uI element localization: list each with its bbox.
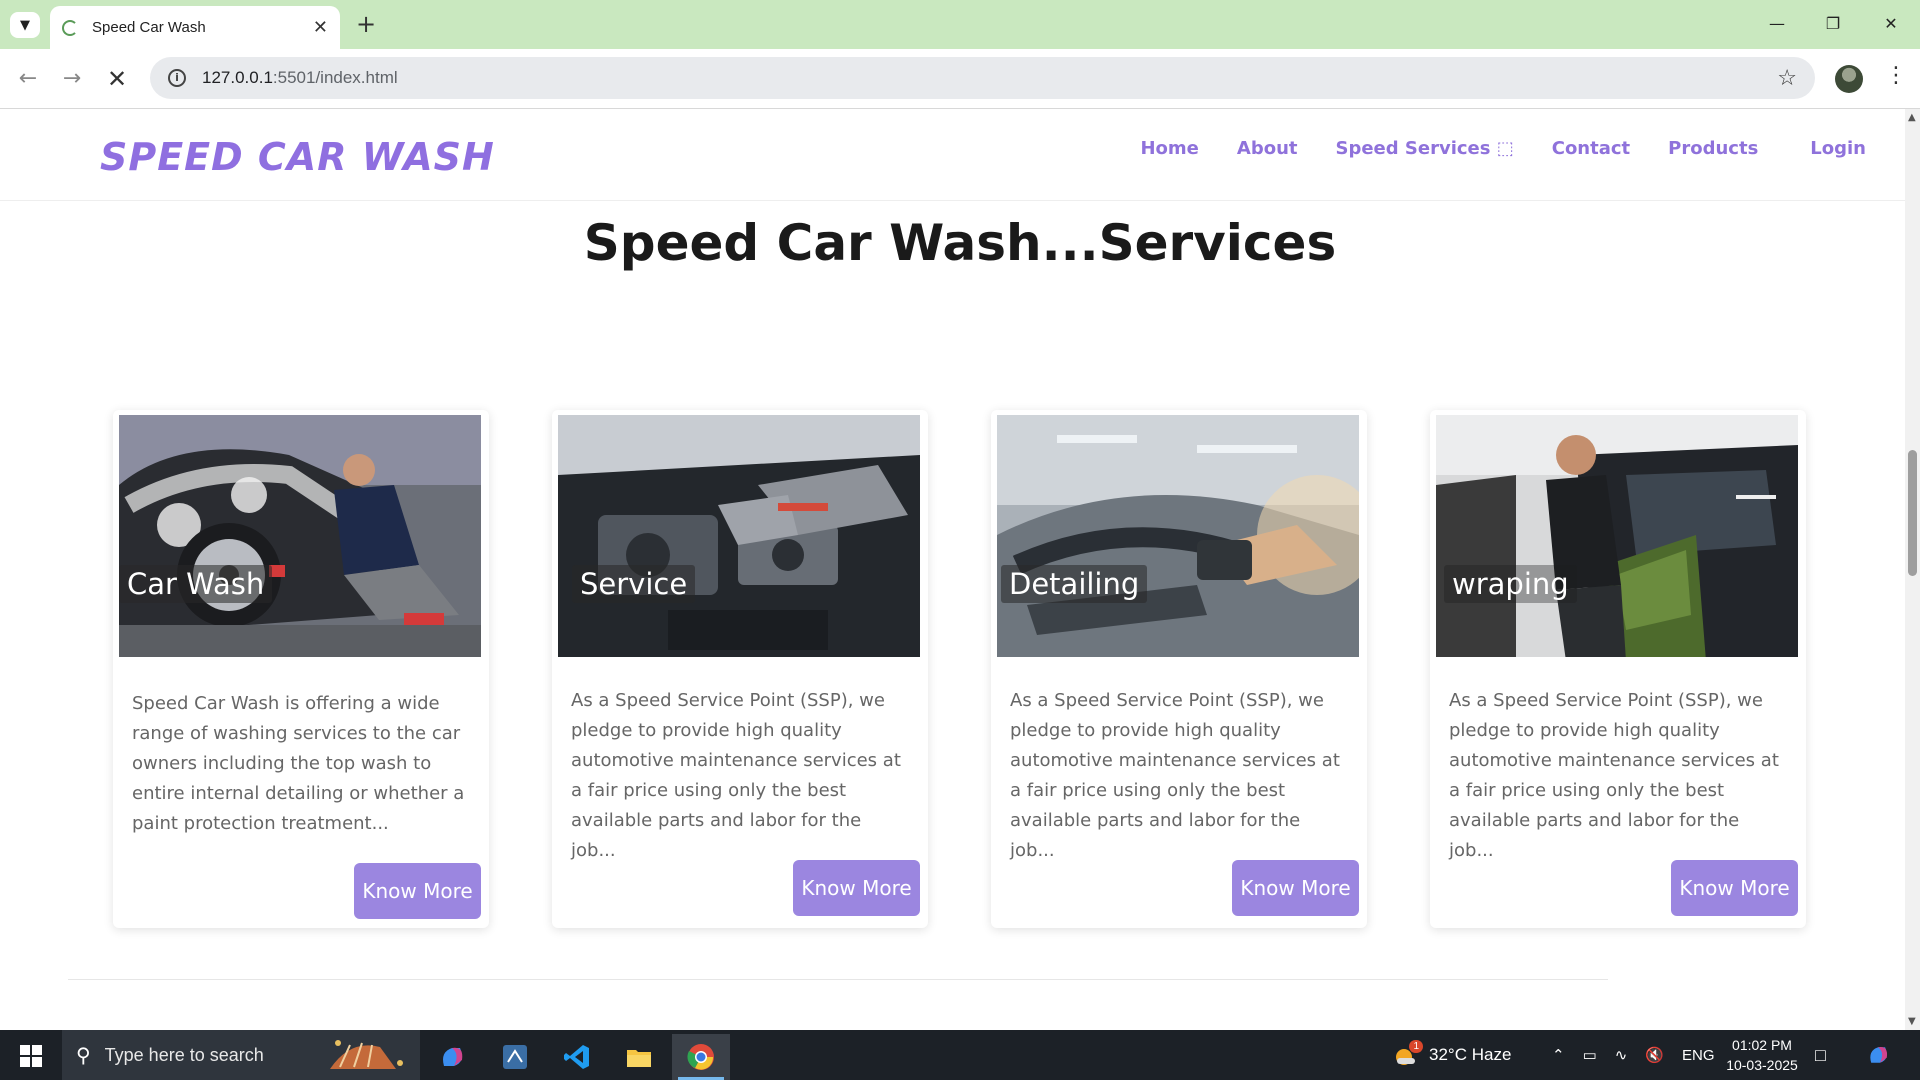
chrome-app-icon[interactable] — [672, 1034, 730, 1080]
card-description: Speed Car Wash is offering a wide range … — [132, 693, 465, 834]
search-highlight-icon — [320, 1033, 406, 1077]
card-caption: Car Wash — [119, 565, 273, 603]
browser-tab[interactable]: Speed Car Wash ✕ — [50, 6, 340, 49]
restore-button[interactable]: ❐ — [1810, 8, 1856, 40]
taskbar-search-placeholder: Type here to search — [104, 1044, 264, 1065]
browser-toolbar: ← → ✕ i 127.0.0.1:5501/index.html ☆ ⋮ — [0, 49, 1920, 109]
main-nav: Home About Speed Services ⬚ Contact Prod… — [1121, 138, 1885, 159]
nav-home[interactable]: Home — [1121, 138, 1217, 159]
tab-title: Speed Car Wash — [92, 19, 206, 36]
know-more-button[interactable]: Know More — [1232, 860, 1359, 916]
web-page: SPEED CAR WASH Home About Speed Services… — [0, 109, 1905, 1030]
detailing-image: Detailing — [997, 415, 1359, 657]
address-bar[interactable]: i 127.0.0.1:5501/index.html ☆ — [150, 57, 1815, 99]
system-tray: ⌃ ▭ ∿ 🔇 ENG — [1552, 1030, 1715, 1080]
card-caption: Detailing — [1001, 565, 1148, 603]
section-title: Speed Car Wash...Services — [583, 214, 1337, 272]
wifi-icon[interactable]: ∿ — [1615, 1046, 1628, 1064]
new-tab-button[interactable]: + — [352, 10, 380, 38]
weather-badge: 1 — [1409, 1040, 1423, 1053]
know-more-button[interactable]: Know More — [793, 860, 920, 916]
nav-products[interactable]: Products — [1649, 138, 1777, 159]
service-card-car-wash: Car Wash Speed Car Wash is offering a wi… — [113, 410, 489, 928]
browser-menu-icon[interactable]: ⋮ — [1885, 63, 1907, 88]
loading-spinner-icon — [62, 19, 78, 36]
sql-tool-icon[interactable] — [486, 1034, 544, 1080]
taskbar-clock[interactable]: 01:02 PM 10-03-2025 — [1712, 1035, 1812, 1075]
chevron-up-icon[interactable]: ⌃ — [1552, 1046, 1565, 1064]
battery-icon[interactable]: ▭ — [1583, 1046, 1597, 1064]
search-icon: ⚲ — [76, 1044, 91, 1067]
language-indicator[interactable]: ENG — [1682, 1047, 1715, 1064]
service-card-wraping: wraping As a Speed Service Point (SSP), … — [1430, 410, 1806, 928]
file-explorer-icon[interactable] — [610, 1034, 668, 1080]
clock-date: 10-03-2025 — [1726, 1057, 1798, 1073]
card-description: As a Speed Service Point (SSP), we pledg… — [1449, 690, 1779, 861]
section-divider — [68, 979, 1608, 980]
copilot-tray-icon[interactable] — [1866, 1030, 1892, 1080]
scroll-up-arrow-icon[interactable]: ▲ — [1908, 112, 1916, 123]
know-more-button[interactable]: Know More — [1671, 860, 1798, 916]
site-logo[interactable]: SPEED CAR WASH — [100, 135, 495, 179]
bookmark-star-icon[interactable]: ☆ — [1777, 66, 1797, 91]
copilot-app-icon[interactable] — [424, 1034, 482, 1080]
card-description: As a Speed Service Point (SSP), we pledg… — [571, 690, 901, 861]
windows-taskbar: ⚲ Type here to search 1 32°C Haze ⌃ ▭ ∿ … — [0, 1030, 1920, 1080]
service-card-detailing: Detailing As a Speed Service Point (SSP)… — [991, 410, 1367, 928]
stop-loading-button[interactable]: ✕ — [101, 63, 133, 95]
weather-widget[interactable]: 1 32°C Haze — [1393, 1030, 1511, 1080]
tab-search-button[interactable]: ▼ — [10, 12, 40, 38]
chevron-down-icon: ▼ — [20, 17, 30, 33]
site-header: SPEED CAR WASH Home About Speed Services… — [0, 109, 1905, 201]
scrollbar-thumb[interactable] — [1908, 450, 1917, 576]
notification-icon[interactable]: □ — [1815, 1030, 1826, 1080]
windows-start-icon[interactable] — [20, 1045, 42, 1067]
nav-about[interactable]: About — [1218, 138, 1317, 159]
nav-speed-services[interactable]: Speed Services ⬚ — [1317, 138, 1533, 159]
page-scrollbar[interactable]: ▲ ▼ — [1905, 109, 1920, 1030]
back-button[interactable]: ← — [12, 63, 44, 95]
scroll-down-arrow-icon[interactable]: ▼ — [1908, 1016, 1916, 1027]
minimize-button[interactable]: — — [1754, 8, 1800, 40]
close-window-button[interactable]: ✕ — [1868, 8, 1914, 40]
car-wash-image: Car Wash — [119, 415, 481, 657]
vscode-icon[interactable] — [548, 1034, 606, 1080]
nav-login[interactable]: Login — [1791, 138, 1885, 159]
card-description: As a Speed Service Point (SSP), we pledg… — [1010, 690, 1340, 861]
card-caption: wraping — [1444, 565, 1577, 603]
taskbar-search[interactable]: ⚲ Type here to search — [62, 1030, 420, 1080]
nav-contact[interactable]: Contact — [1533, 138, 1649, 159]
close-tab-icon[interactable]: ✕ — [313, 17, 328, 38]
clock-time: 01:02 PM — [1732, 1037, 1792, 1053]
service-card-service: Service As a Speed Service Point (SSP), … — [552, 410, 928, 928]
browser-tab-strip: ▼ Speed Car Wash ✕ + — ❐ ✕ — [0, 0, 1920, 49]
volume-muted-icon[interactable]: 🔇 — [1645, 1046, 1664, 1064]
url-text[interactable]: 127.0.0.1:5501/index.html — [202, 68, 1777, 88]
know-more-button[interactable]: Know More — [354, 863, 481, 919]
forward-button[interactable]: → — [56, 63, 88, 95]
profile-avatar[interactable] — [1835, 65, 1863, 93]
engine-service-image: Service — [558, 415, 920, 657]
weather-text: 32°C Haze — [1429, 1045, 1512, 1064]
card-caption: Service — [572, 565, 696, 603]
site-info-icon[interactable]: i — [168, 69, 186, 87]
wraping-image: wraping — [1436, 415, 1798, 657]
weather-sun-icon: 1 — [1393, 1040, 1423, 1066]
